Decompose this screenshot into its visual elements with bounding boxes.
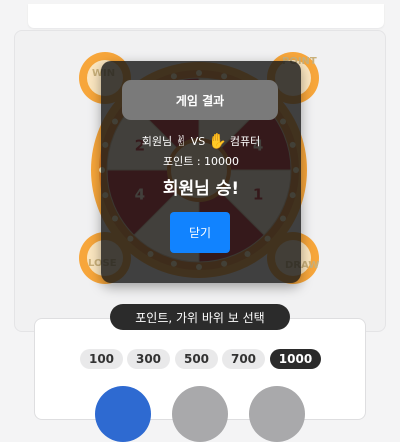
scissors-hand-icon: ✌ bbox=[175, 131, 188, 150]
player-name: 회원님 bbox=[141, 135, 173, 148]
paper-hand-icon: ✋ bbox=[208, 131, 227, 150]
point-option-1000[interactable]: 1000 bbox=[270, 349, 321, 369]
paper-choice-button[interactable] bbox=[249, 386, 305, 442]
selection-label: 포인트, 가위 바위 보 선택 bbox=[110, 304, 290, 330]
versus-line: 회원님 ✌ VS ✋ 컴퓨터 bbox=[101, 132, 301, 150]
result-text: 회원님 승! bbox=[162, 179, 240, 199]
computer-name: 컴퓨터 bbox=[229, 135, 261, 148]
close-button[interactable]: 닫기 bbox=[170, 212, 230, 253]
point-option-500[interactable]: 500 bbox=[175, 349, 218, 369]
point-option-700[interactable]: 700 bbox=[222, 349, 265, 369]
scissors-choice-button[interactable] bbox=[95, 386, 151, 442]
rock-choice-button[interactable] bbox=[172, 386, 228, 442]
point-option-100[interactable]: 100 bbox=[80, 349, 123, 369]
result-modal: 게임 결과 회원님 ✌ VS ✋ 컴퓨터 포인트 : 10000 회원님 승! … bbox=[101, 61, 301, 283]
point-option-300[interactable]: 300 bbox=[127, 349, 170, 369]
modal-title: 게임 결과 bbox=[122, 80, 278, 120]
vs-label: VS bbox=[190, 134, 206, 148]
points-text: 포인트 : 10000 bbox=[162, 155, 240, 168]
